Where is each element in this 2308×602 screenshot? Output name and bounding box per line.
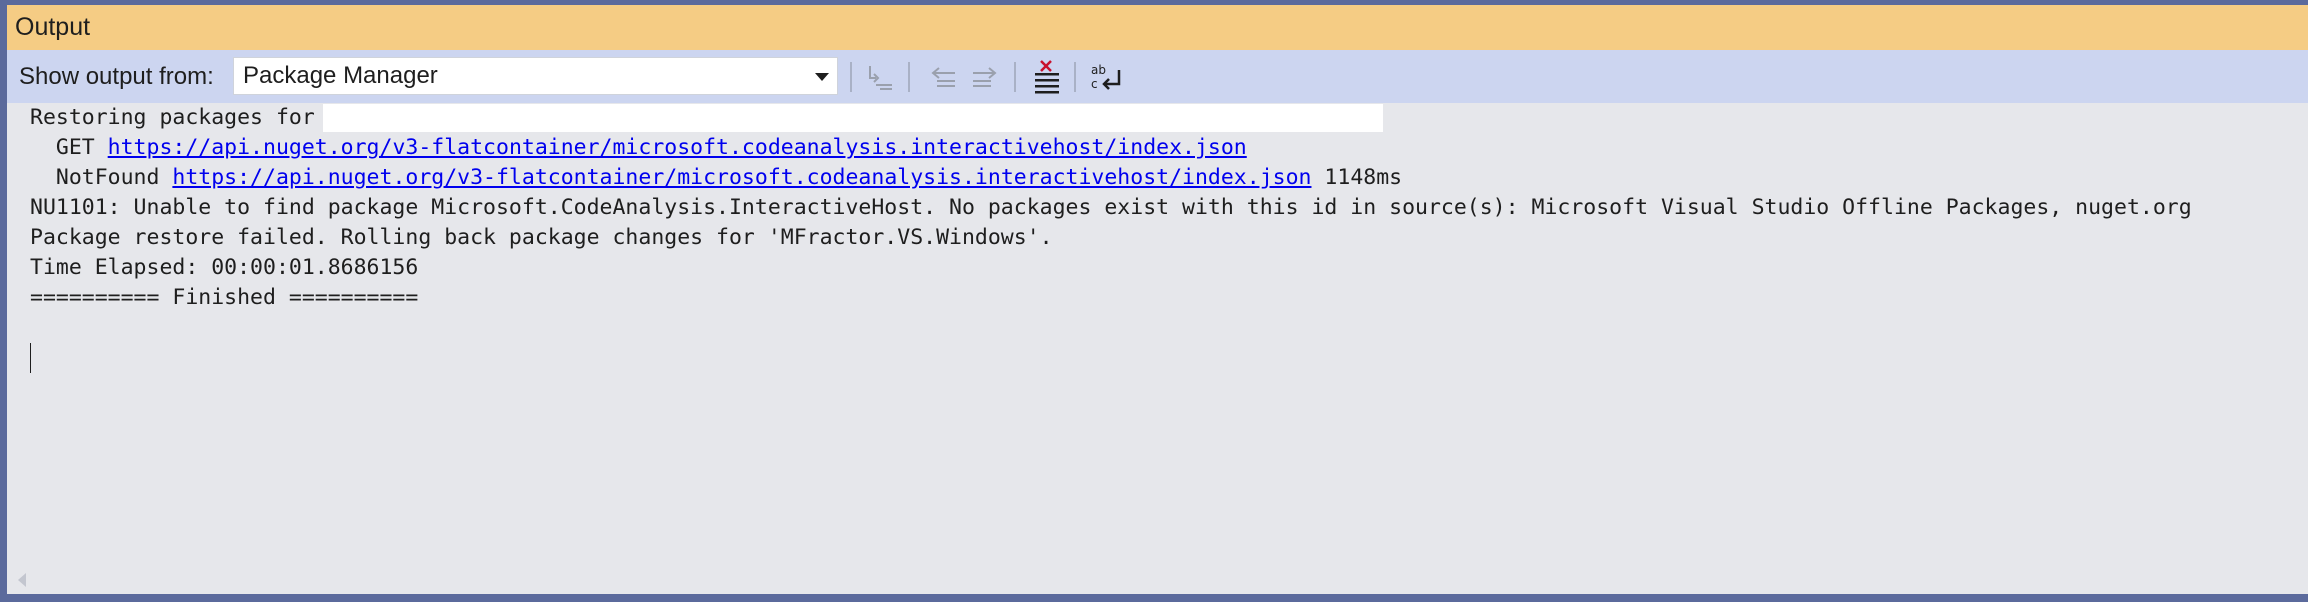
output-window: Output Show output from: Package Manager [7, 5, 2308, 594]
find-message-in-code-button[interactable] [862, 58, 898, 94]
output-line: NotFound https://api.nuget.org/v3-flatco… [30, 163, 1402, 193]
output-line: GET https://api.nuget.org/v3-flatcontain… [30, 133, 1247, 163]
go-to-next-message-icon [973, 67, 997, 87]
output-line: NU1101: Unable to find package Microsoft… [30, 195, 2192, 220]
text-caret [30, 343, 31, 373]
toolbar-separator [908, 62, 910, 92]
output-line: Package restore failed. Rolling back pac… [30, 225, 1053, 250]
chevron-down-icon[interactable] [815, 73, 829, 81]
output-line: Time Elapsed: 00:00:01.8686156 [30, 255, 419, 280]
output-toolbar: Show output from: Package Manager ab c [7, 50, 2308, 103]
go-to-previous-message-icon [931, 67, 955, 87]
find-message-in-code-icon [869, 66, 892, 90]
toolbar-separator [1014, 62, 1016, 92]
panel-title: Output [7, 5, 2308, 50]
go-to-next-message-button[interactable] [967, 58, 1003, 94]
nuget-url-link[interactable]: https://api.nuget.org/v3-flatcontainer/m… [108, 135, 1247, 160]
output-line: Restoring packages for [30, 103, 1383, 133]
svg-text:ab: ab [1091, 63, 1106, 77]
toolbar-separator [1074, 62, 1076, 92]
go-to-previous-message-button[interactable] [925, 58, 961, 94]
toggle-word-wrap-button[interactable]: ab c [1087, 58, 1123, 94]
nuget-url-link[interactable]: https://api.nuget.org/v3-flatcontainer/m… [172, 165, 1311, 190]
clear-all-button[interactable] [1029, 58, 1065, 94]
output-line-text: Restoring packages for [30, 105, 315, 130]
clear-all-icon [1035, 60, 1059, 94]
redacted-region [322, 104, 1383, 132]
output-line-text: NotFound [30, 165, 173, 190]
scroll-left-arrow-icon[interactable] [18, 573, 26, 587]
toggle-word-wrap-icon: ab c [1091, 63, 1121, 91]
output-source-selected: Package Manager [243, 62, 438, 89]
toolbar-separator [850, 62, 852, 92]
output-line: ========== Finished ========== [30, 285, 419, 310]
svg-text:c: c [1091, 77, 1098, 91]
output-text-area[interactable]: Restoring packages for GET https://api.n… [7, 103, 2308, 594]
output-line-text: 1148ms [1311, 165, 1403, 190]
output-line-text: GET [30, 135, 108, 160]
output-source-dropdown[interactable]: Package Manager [233, 57, 838, 95]
show-output-from-label: Show output from: [19, 63, 214, 90]
